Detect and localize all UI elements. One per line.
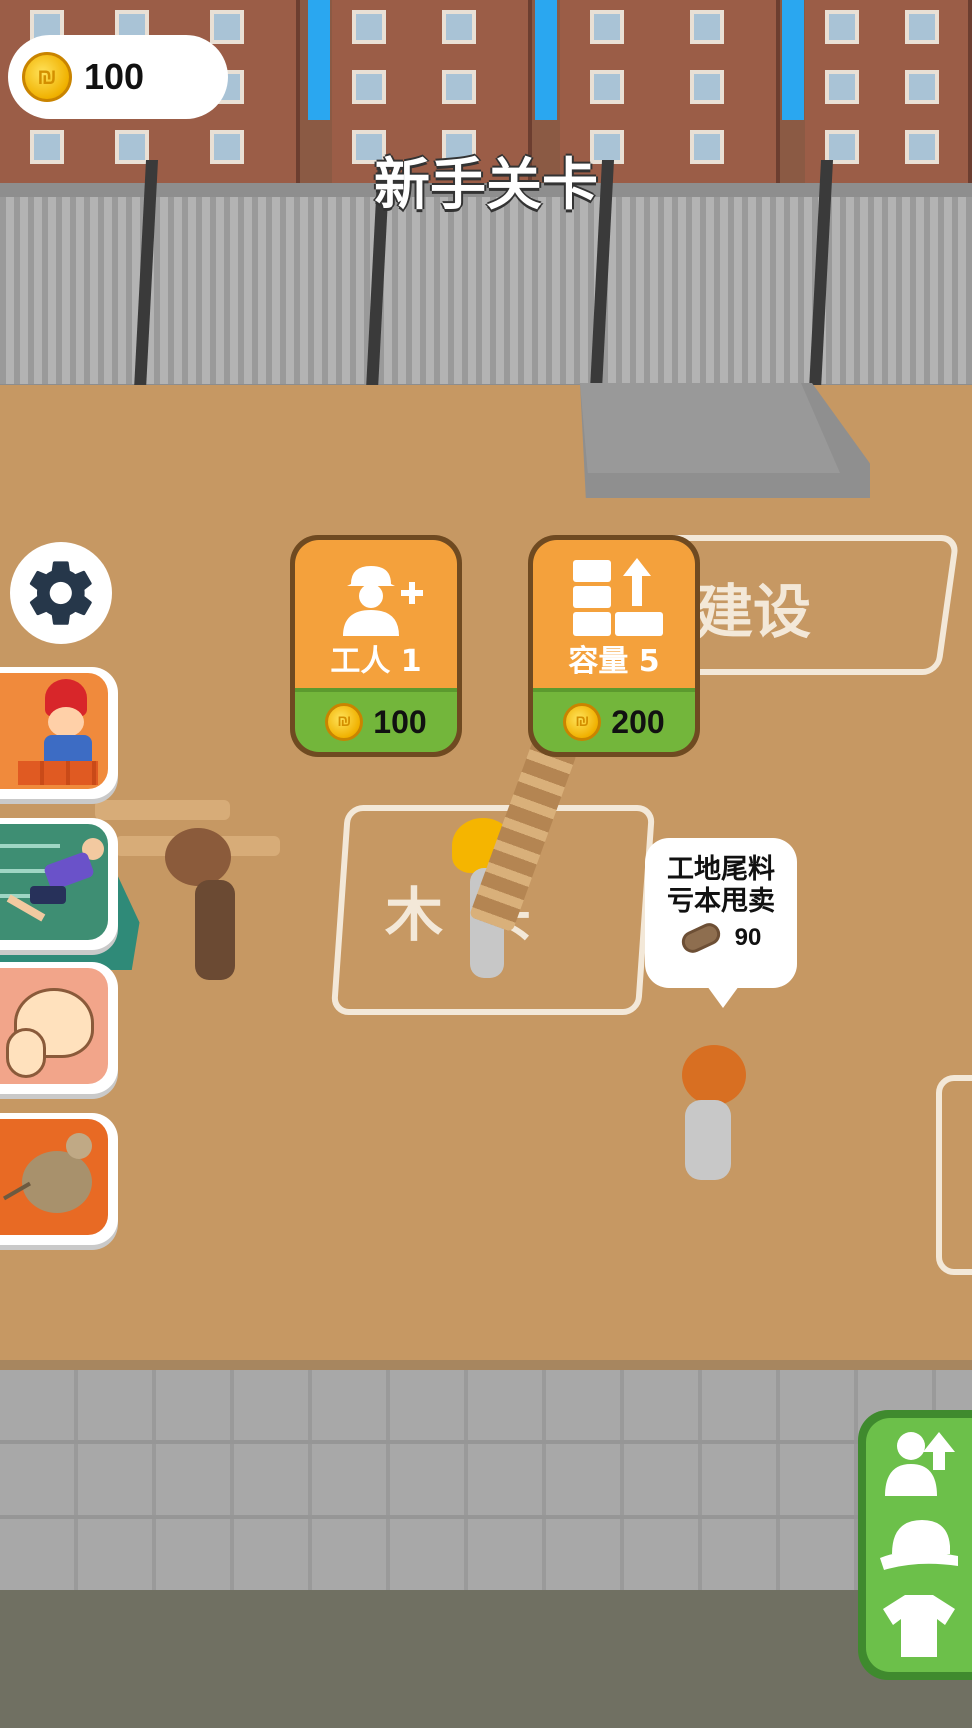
cap-button[interactable]	[878, 1516, 960, 1577]
sky-gap	[308, 0, 330, 120]
hire-bricklayer-button[interactable]	[0, 667, 118, 799]
bubble-line-1: 工地尾料	[667, 854, 775, 885]
coin-icon: ₪	[325, 703, 364, 741]
bubble-price: 90	[734, 924, 762, 951]
coin-counter: ₪ 100	[8, 35, 228, 119]
coin-icon: ₪	[22, 52, 72, 102]
worker-helmet	[165, 828, 231, 886]
cap-icon	[880, 1520, 958, 1571]
mouse-icon	[0, 1119, 108, 1235]
running-speed-icon	[0, 824, 108, 940]
upgrade-label: 工人 1	[330, 644, 422, 679]
shirt-button[interactable]	[881, 1593, 957, 1664]
shirt-icon	[883, 1595, 955, 1658]
level-title: 新手关卡	[374, 153, 598, 218]
speed-boost-button[interactable]	[0, 818, 118, 950]
customize-panel	[858, 1410, 972, 1680]
upgrade-character-button[interactable]	[881, 1426, 957, 1501]
capacity-blocks-icon	[573, 558, 663, 636]
wood-log-icon	[677, 919, 724, 957]
settings-button[interactable]	[10, 542, 112, 644]
upgrade-character-icon	[885, 1431, 955, 1496]
coin-amount: 100	[84, 56, 145, 97]
add-worker-icon	[343, 566, 423, 636]
capacity-upgrade[interactable]: 容量 5 ₪ 200	[528, 535, 700, 757]
sidewalk-joint	[0, 1515, 972, 1519]
road	[0, 1590, 972, 1728]
sidewalk-joint	[0, 1440, 972, 1444]
bubble-line-2: 亏本甩卖	[667, 886, 775, 917]
curb	[0, 1360, 972, 1370]
sidewalk	[0, 1370, 972, 1590]
npc-helmet	[682, 1045, 746, 1105]
muscle-strength-icon	[0, 968, 108, 1084]
gear-icon	[29, 561, 92, 625]
mouse-helper-button[interactable]	[0, 1113, 118, 1245]
sky-gap	[535, 0, 557, 120]
upgrade-label: 容量 5	[568, 644, 660, 679]
npc-body	[685, 1100, 731, 1180]
wood-plank	[95, 800, 230, 820]
upgrade-price: 100	[373, 703, 427, 740]
sale-speech-bubble[interactable]: 工地尾料 亏本甩卖 90	[645, 838, 797, 1008]
bricklayer-worker-icon	[0, 673, 108, 789]
partial-zone	[936, 1075, 972, 1275]
sky-gap	[782, 0, 804, 120]
worker-body	[195, 880, 235, 980]
strength-boost-button[interactable]	[0, 962, 118, 1094]
concrete-slab-top	[580, 383, 840, 473]
upgrade-price: 200	[611, 703, 665, 740]
coin-icon: ₪	[563, 703, 602, 741]
hire-worker-upgrade[interactable]: 工人 1 ₪ 100	[290, 535, 462, 757]
build-zone-label: 建设	[695, 578, 812, 646]
